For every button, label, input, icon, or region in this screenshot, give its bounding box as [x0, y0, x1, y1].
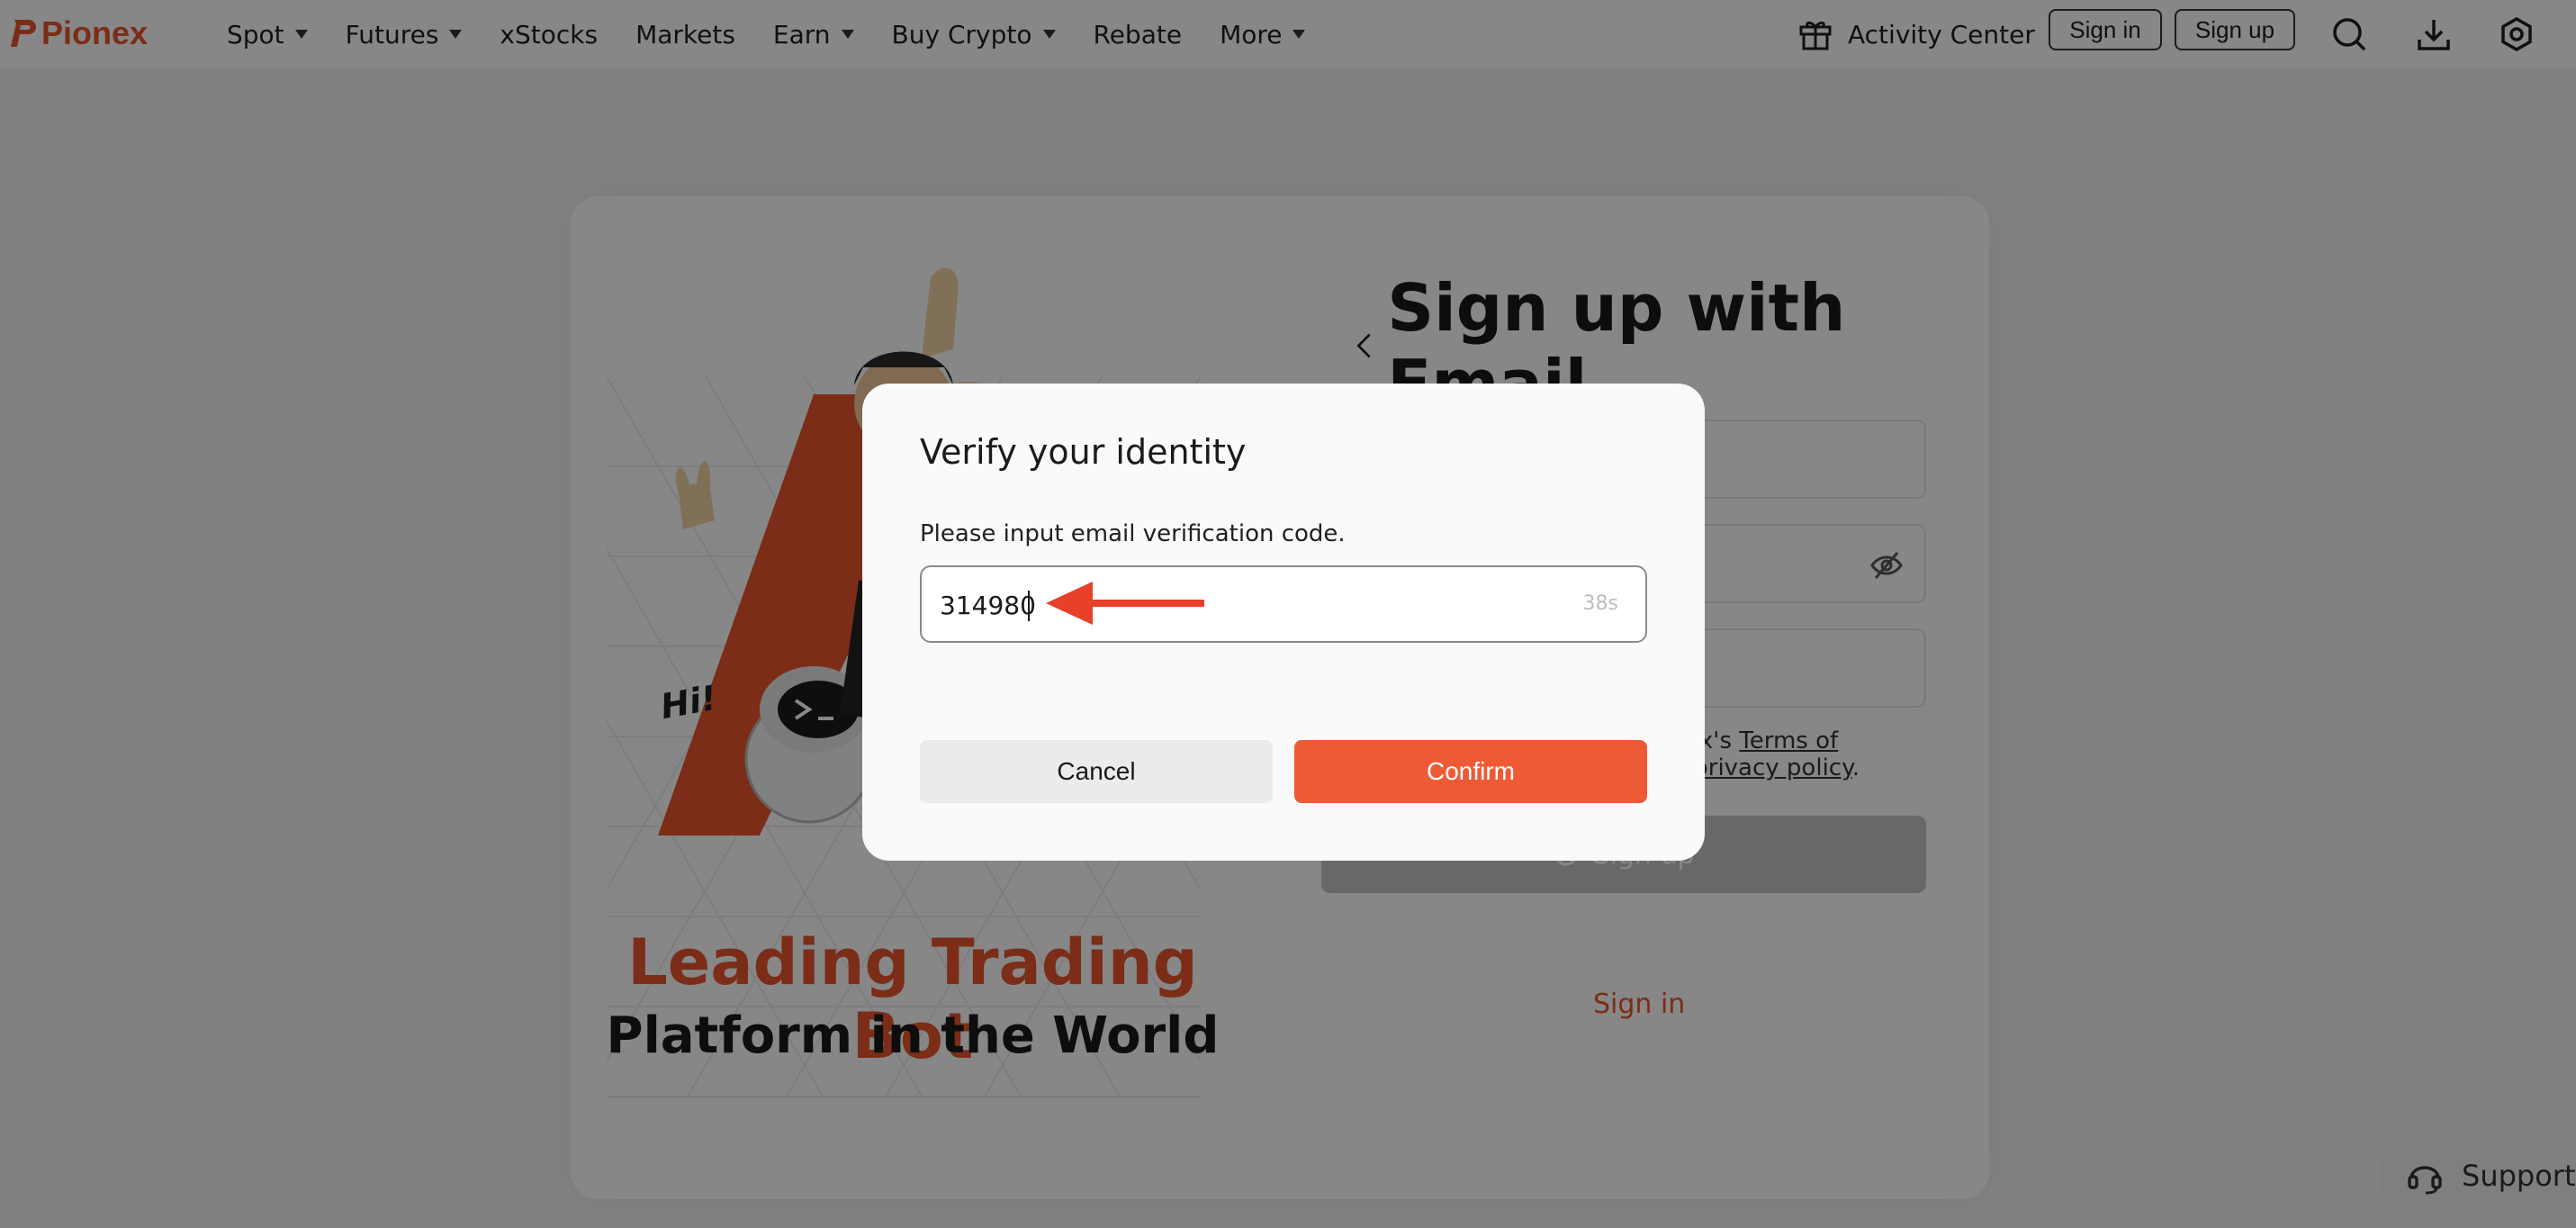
cancel-button[interactable]: Cancel: [920, 740, 1273, 803]
red-arrow-annotation: [1046, 582, 1204, 625]
resend-timer: 38s: [1582, 592, 1618, 615]
verification-code-field[interactable]: 38s: [920, 565, 1647, 643]
dialog-title: Verify your identity: [920, 432, 1247, 472]
confirm-button[interactable]: Confirm: [1294, 740, 1647, 803]
verification-code-input[interactable]: [940, 585, 1480, 625]
dialog-description: Please input email verification code.: [920, 520, 1346, 547]
text-cursor: [1028, 591, 1030, 621]
verify-identity-dialog: Verify your identity Please input email …: [862, 384, 1705, 861]
